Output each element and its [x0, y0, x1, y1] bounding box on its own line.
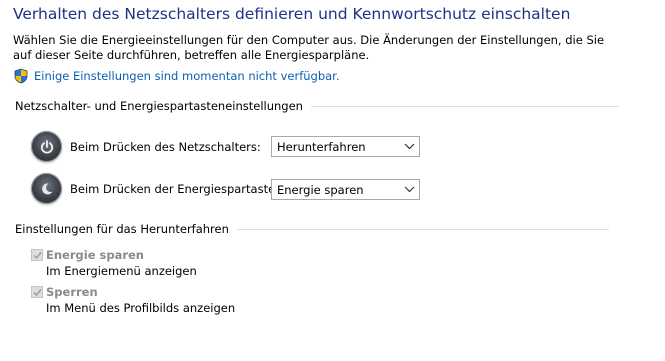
lock-option-label: Sperren [46, 285, 98, 299]
sleep-button-row: Beim Drücken der Energiespartaste: [31, 173, 279, 204]
power-button-action-select[interactable]: Herunterfahren [271, 136, 420, 157]
power-button-row: Beim Drücken des Netzschalters: [31, 131, 261, 162]
power-buttons-section-heading: Netzschalter- und Energiespartasteneinst… [15, 99, 619, 113]
page-description: Wählen Sie die Energieeinstellungen für … [13, 33, 605, 62]
checkmark-icon [33, 288, 42, 296]
section-heading-label: Netzschalter- und Energiespartasteneinst… [15, 99, 303, 113]
section-divider [236, 228, 609, 230]
checkmark-icon [33, 251, 42, 259]
sleep-option-checkbox[interactable] [31, 249, 43, 261]
sleep-button-action-select[interactable]: Energie sparen [271, 179, 420, 200]
section-heading-label: Einstellungen für das Herunterfahren [15, 222, 229, 236]
sleep-button-icon [31, 173, 62, 204]
sleep-option-checkbox-row: Energie sparen [31, 248, 144, 262]
lock-option-checkbox[interactable] [31, 286, 43, 298]
power-button-icon [31, 131, 62, 162]
sleep-button-action-value: Energie sparen [277, 182, 364, 197]
page-title: Verhalten des Netzschalters definieren u… [13, 5, 571, 23]
uac-shield-icon [13, 68, 29, 84]
section-divider [310, 105, 619, 107]
unavailable-settings-notice[interactable]: Einige Einstellungen sind momentan nicht… [13, 68, 340, 84]
lock-option-description: Im Menü des Profilbilds anzeigen [46, 301, 236, 315]
chevron-down-icon [404, 143, 415, 150]
sleep-button-label: Beim Drücken der Energiespartaste: [70, 181, 280, 196]
shutdown-section-heading: Einstellungen für das Herunterfahren [15, 222, 609, 236]
power-button-label: Beim Drücken des Netzschalters: [70, 139, 261, 154]
sleep-option-label: Energie sparen [46, 248, 144, 262]
lock-option-checkbox-row: Sperren [31, 285, 98, 299]
chevron-down-icon [404, 186, 415, 193]
unavailable-settings-link[interactable]: Einige Einstellungen sind momentan nicht… [34, 69, 340, 83]
sleep-option-description: Im Energiemenü anzeigen [46, 264, 197, 278]
power-button-action-value: Herunterfahren [277, 139, 366, 154]
